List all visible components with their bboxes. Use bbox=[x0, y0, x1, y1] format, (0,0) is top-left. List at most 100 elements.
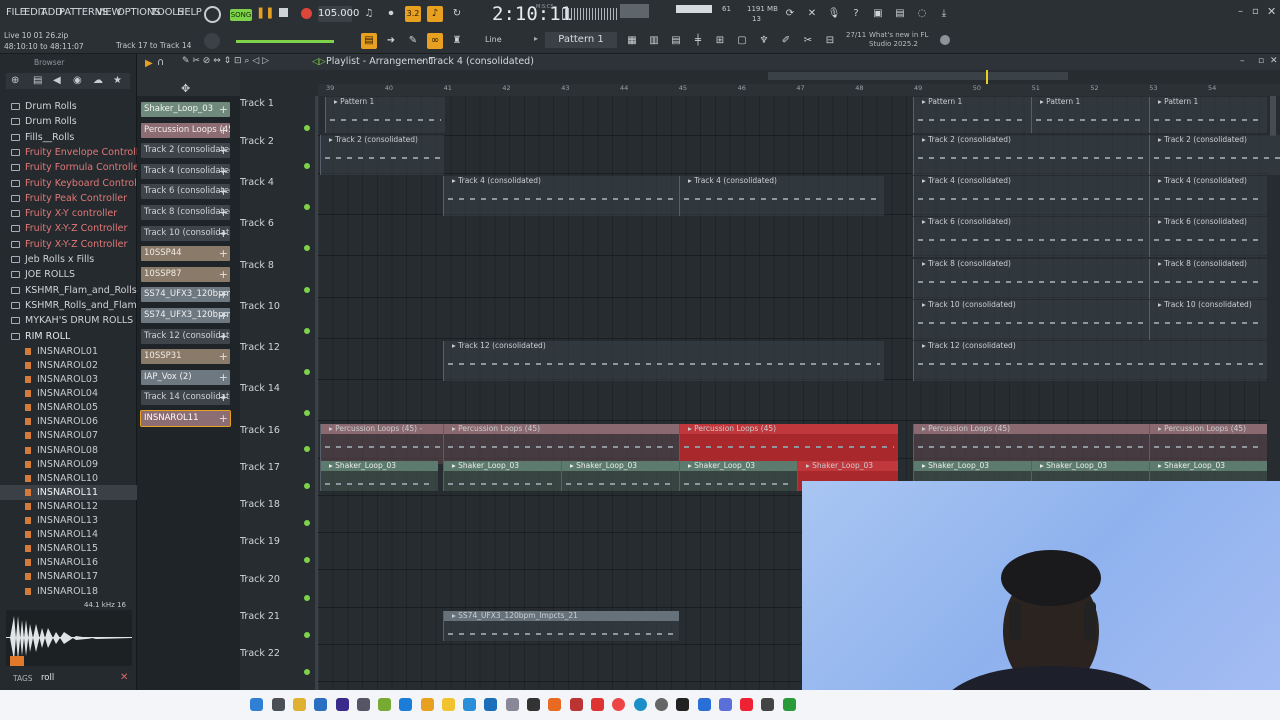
cart-icon[interactable]: ⊟ bbox=[822, 33, 838, 49]
playlist-clip[interactable]: ▸ Track 6 (consolidated) bbox=[913, 217, 1149, 257]
add-to-playlist-icon[interactable]: + bbox=[219, 205, 228, 220]
file-icon[interactable]: ▤ bbox=[33, 75, 42, 86]
app-icon-7[interactable] bbox=[506, 698, 519, 711]
add-to-playlist-icon[interactable]: + bbox=[219, 308, 228, 323]
plugin-db-icon[interactable]: ♆ bbox=[756, 33, 772, 49]
browser-file-item[interactable]: INSNAROL09 bbox=[0, 457, 137, 472]
browser-folder-item[interactable]: Fruity X-Y-Z Controller bbox=[0, 237, 137, 252]
undo-icon[interactable]: ⟳ bbox=[782, 6, 798, 22]
tempo-display[interactable]: 105.000 bbox=[318, 6, 359, 22]
track-mute-led[interactable] bbox=[304, 125, 310, 131]
playlist-clip[interactable]: ▸ Shaker_Loop_03 bbox=[443, 461, 561, 491]
microphone-icon[interactable]: 🎙 bbox=[826, 6, 842, 22]
browser-folder-item[interactable]: Fruity Keyboard Controller bbox=[0, 176, 137, 191]
track-header-label[interactable]: Track 16 bbox=[240, 425, 315, 436]
browser-folder-item[interactable]: Drum Rolls bbox=[0, 99, 137, 114]
browser-folder-item[interactable]: Fills__Rolls bbox=[0, 130, 137, 145]
piano-roll-icon[interactable]: ▥ bbox=[646, 33, 662, 49]
track-mute-led[interactable] bbox=[304, 557, 310, 563]
app-icon-15[interactable] bbox=[719, 698, 732, 711]
browser-file-item[interactable]: INSNAROL05 bbox=[0, 400, 137, 415]
app-icon-5[interactable] bbox=[463, 698, 476, 711]
browser-file-item[interactable]: INSNAROL08 bbox=[0, 443, 137, 458]
add-to-playlist-icon[interactable]: + bbox=[219, 123, 228, 138]
snap-select[interactable]: Line bbox=[485, 35, 502, 44]
timeline-scrollbar[interactable] bbox=[768, 72, 1068, 80]
ruler-bar-number[interactable]: 42 bbox=[502, 84, 510, 92]
browser-file-item[interactable]: INSNAROL13 bbox=[0, 513, 137, 528]
browser-folder-item[interactable]: Fruity X-Y-Z Controller bbox=[0, 221, 137, 236]
ruler-bar-number[interactable]: 46 bbox=[738, 84, 746, 92]
tags-input[interactable]: roll bbox=[41, 673, 54, 683]
clear-tags-icon[interactable]: ✕ bbox=[120, 672, 128, 683]
track-mute-led[interactable] bbox=[304, 328, 310, 334]
track-mute-led[interactable] bbox=[304, 410, 310, 416]
play-icon[interactable]: ❚❚ bbox=[256, 6, 274, 20]
app-icon-17[interactable] bbox=[761, 698, 774, 711]
news-icon[interactable] bbox=[940, 35, 950, 45]
browser-folder-item[interactable]: Fruity Peak Controller bbox=[0, 191, 137, 206]
app-icon-11[interactable] bbox=[591, 698, 604, 711]
add-to-playlist-icon[interactable]: + bbox=[219, 184, 228, 199]
magnet-icon[interactable]: ∩ bbox=[157, 57, 164, 68]
ruler-bar-number[interactable]: 41 bbox=[444, 84, 452, 92]
playlist-clip[interactable]: ▸ Track 4 (consolidated) bbox=[913, 176, 1149, 216]
chrome-icon[interactable] bbox=[612, 698, 625, 711]
app-icon-6[interactable] bbox=[484, 698, 497, 711]
ruler-bar-number[interactable]: 43 bbox=[561, 84, 569, 92]
ruler-bar-number[interactable]: 53 bbox=[1149, 84, 1157, 92]
task-view-icon[interactable] bbox=[272, 698, 285, 711]
master-pitch-knob[interactable] bbox=[204, 33, 220, 49]
ruler-bar-number[interactable]: 51 bbox=[1032, 84, 1040, 92]
track-header-label[interactable]: Track 18 bbox=[240, 499, 315, 510]
export-icon[interactable]: ⤓ bbox=[936, 6, 952, 22]
app-icon-1[interactable] bbox=[314, 698, 327, 711]
channel-button[interactable]: SS74_UFX3_120bpm...+ bbox=[141, 308, 230, 323]
stamp-icon[interactable]: ♜ bbox=[449, 33, 465, 49]
start-icon[interactable] bbox=[250, 698, 263, 711]
playlist-clip[interactable]: ▸ Track 4 (consolidated) bbox=[1149, 176, 1267, 216]
track-mute-led[interactable] bbox=[304, 669, 310, 675]
cut-icon[interactable]: ✂ bbox=[800, 33, 816, 49]
playlist-clip[interactable]: ▸ Percussion Loops (45) bbox=[679, 424, 898, 464]
track-header-label[interactable]: Track 17 bbox=[240, 462, 315, 473]
time-display[interactable]: 2:10:11 bbox=[492, 3, 572, 25]
app-icon-10[interactable] bbox=[570, 698, 583, 711]
stop-icon[interactable] bbox=[279, 8, 288, 17]
fl-studio-icon[interactable] bbox=[421, 698, 434, 711]
channel-button[interactable]: Percussion Loops (45) + bbox=[141, 122, 230, 138]
channel-button[interactable]: SS74_UFX3_120bpm...+ bbox=[141, 287, 230, 303]
app-icon-14[interactable] bbox=[698, 698, 711, 711]
channel-button[interactable]: Track 14 (consolidate...+ bbox=[141, 390, 230, 406]
track-header-label[interactable]: Track 4 bbox=[240, 177, 315, 188]
app-icon-13[interactable] bbox=[676, 698, 689, 711]
playlist-clip[interactable]: ▸ Shaker_Loop_03 bbox=[561, 461, 679, 491]
playlist-clip[interactable]: ▸ Pattern 1 bbox=[1149, 97, 1267, 133]
track-header-label[interactable]: Track 20 bbox=[240, 574, 315, 585]
vscode-icon[interactable] bbox=[399, 698, 412, 711]
master-volume-slider[interactable] bbox=[236, 40, 334, 43]
cloud-icon[interactable]: ☁ bbox=[93, 75, 103, 86]
browser-menu-icon[interactable]: ⊕ bbox=[11, 75, 19, 86]
premiere-icon[interactable] bbox=[336, 698, 349, 711]
track-header-label[interactable]: Track 22 bbox=[240, 648, 315, 659]
add-to-playlist-icon[interactable]: + bbox=[219, 267, 228, 282]
channel-button[interactable]: IAP_Vox (2) + bbox=[141, 369, 230, 385]
app-icon-3[interactable] bbox=[378, 698, 391, 711]
countdown-icon[interactable]: 3.2 bbox=[405, 6, 421, 22]
add-to-playlist-icon[interactable]: + bbox=[219, 226, 228, 241]
browser-file-item[interactable]: INSNAROL14 bbox=[0, 527, 137, 542]
pattern-selector[interactable]: Pattern 1 bbox=[545, 32, 617, 48]
ruler-bar-number[interactable]: 48 bbox=[855, 84, 863, 92]
track-mute-led[interactable] bbox=[304, 245, 310, 251]
playlist-clip[interactable]: ▸ Pattern 1 bbox=[1031, 97, 1149, 133]
browser-file-item[interactable]: INSNAROL18 bbox=[0, 584, 137, 599]
back-icon[interactable]: ◀ bbox=[53, 75, 61, 86]
explorer-icon[interactable] bbox=[293, 698, 306, 711]
add-to-playlist-icon[interactable]: + bbox=[219, 329, 228, 344]
browser-folder-item[interactable]: Fruity Envelope Controller bbox=[0, 145, 137, 160]
playlist-clip[interactable]: ▸ Track 10 (consolidated) bbox=[1149, 300, 1267, 340]
channel-button[interactable]: Track 2 (consolidated) + bbox=[141, 143, 230, 159]
metronome-icon[interactable]: ♫ bbox=[361, 6, 377, 22]
browser-folder-item[interactable]: KSHMR_Rolls_and_Flams bbox=[0, 298, 137, 313]
